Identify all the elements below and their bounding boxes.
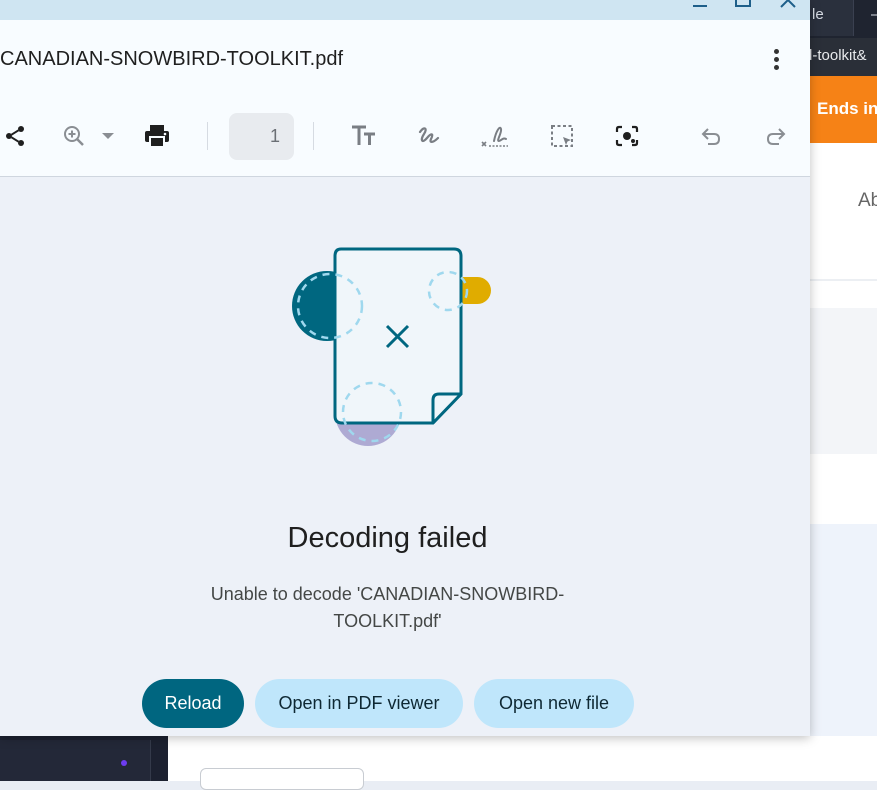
background-address-bar[interactable]: d-toolkit& (800, 38, 877, 76)
background-section-2 (808, 524, 877, 737)
broken-document-illustration (292, 247, 491, 446)
status-dot-icon (121, 760, 127, 766)
open-new-file-button[interactable]: Open new file (474, 679, 634, 728)
background-tab-2[interactable]: – (857, 0, 877, 36)
print-icon[interactable] (142, 119, 172, 153)
redo-icon[interactable] (761, 119, 791, 153)
background-tab-label: le (812, 6, 824, 23)
text-size-icon[interactable] (348, 119, 378, 153)
background-card-text: Ab (858, 190, 877, 211)
minimize-icon[interactable] (690, 0, 710, 12)
camera-search-icon[interactable] (612, 119, 642, 153)
dropdown-arrow-icon[interactable] (93, 119, 123, 153)
window-title-bar (0, 0, 810, 20)
open-in-pdf-viewer-button[interactable]: Open in PDF viewer (255, 679, 463, 728)
error-message-line-2: TOOLKIT.pdf' (333, 611, 442, 631)
more-options-icon[interactable] (766, 46, 786, 74)
promo-banner-text: Ends in (817, 99, 877, 118)
draw-icon[interactable] (414, 119, 444, 153)
background-input[interactable] (200, 768, 364, 790)
background-dark-panel-inner (0, 740, 151, 781)
reload-button[interactable]: Reload (142, 679, 244, 728)
error-message-line-1: Unable to decode 'CANADIAN-SNOWBIRD- (210, 584, 565, 604)
toolbar-divider (207, 122, 208, 150)
maximize-icon[interactable] (733, 0, 753, 12)
promo-banner[interactable]: Ends in (808, 76, 877, 143)
select-region-icon[interactable] (547, 119, 577, 153)
error-message: Unable to decode 'CANADIAN-SNOWBIRD- TOO… (190, 581, 585, 635)
toolbar-divider-2 (313, 122, 314, 150)
background-tab-2-label: – (871, 6, 877, 23)
error-title: Decoding failed (287, 522, 488, 554)
undo-icon[interactable] (696, 119, 726, 153)
share-icon[interactable] (0, 119, 30, 153)
signature-icon[interactable] (480, 119, 510, 153)
background-card: Ab (808, 143, 877, 281)
file-name-title: CANADIAN-SNOWBIRD-TOOLKIT.pdf (0, 48, 344, 70)
background-tab[interactable]: le (808, 0, 854, 36)
background-section (808, 308, 877, 454)
page-number-input[interactable]: 1 (229, 113, 294, 160)
close-icon[interactable] (778, 0, 798, 12)
zoom-in-icon[interactable] (59, 119, 89, 153)
background-url-text: d-toolkit& (804, 47, 867, 64)
pdf-viewer-window: CANADIAN-SNOWBIRD-TOOLKIT.pdf 1 Decoding… (0, 0, 810, 736)
